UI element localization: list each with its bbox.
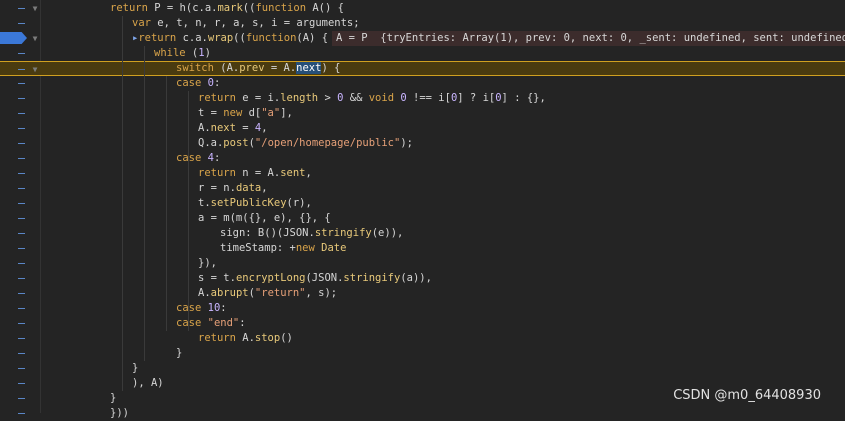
code-text: A.abrupt("return", s); [198, 287, 338, 299]
code-text: case 4: [176, 152, 221, 164]
code-line[interactable]: t.setPublicKey(r), [0, 196, 845, 211]
code-text: } [176, 347, 183, 359]
fold-chevron-icon[interactable]: ▼ [31, 1, 39, 16]
paused-code-line[interactable]: ▼ switch (A.prev = A.next) { [0, 61, 845, 76]
code-editor[interactable]: ▼ return P = h(c.a.mark((function A() { va… [0, 0, 845, 419]
line-marker[interactable] [18, 308, 25, 309]
code-text: return e = i.length > 0 && void 0 !== i[… [198, 92, 546, 104]
line-marker[interactable] [18, 248, 25, 249]
code-text: } [132, 362, 139, 374]
line-marker[interactable] [18, 113, 25, 114]
code-text: ▸return c.a.wrap((function(A) {A = P {tr… [132, 31, 845, 46]
line-marker[interactable] [18, 143, 25, 144]
indent-guide [122, 16, 123, 391]
line-marker[interactable] [18, 173, 25, 174]
breakpoint-marker[interactable] [0, 32, 27, 44]
fold-chevron-icon[interactable]: ▼ [31, 62, 39, 77]
code-line[interactable]: case "end": [0, 316, 845, 331]
code-line[interactable]: })) [0, 406, 845, 421]
line-marker[interactable] [18, 383, 25, 384]
code-text: })) [110, 407, 129, 419]
code-line[interactable]: return A.stop() [0, 331, 845, 346]
code-line[interactable]: Q.a.post("/open/homepage/public"); [0, 136, 845, 151]
code-text: case 0: [176, 77, 221, 89]
line-marker[interactable] [18, 263, 25, 264]
code-line[interactable]: ▼ return P = h(c.a.mark((function A() { [0, 1, 845, 16]
line-marker[interactable] [18, 83, 25, 84]
line-marker[interactable] [18, 53, 25, 54]
code-line[interactable]: timeStamp: +new Date [0, 241, 845, 256]
indent-guide [166, 76, 167, 331]
code-line[interactable]: return e = i.length > 0 && void 0 !== i[… [0, 91, 845, 106]
inline-evaluation[interactable]: A = P {tryEntries: Array(1), prev: 0, ne… [332, 31, 845, 46]
line-marker[interactable] [18, 413, 25, 414]
code-text: timeStamp: +new Date [220, 242, 347, 254]
code-line[interactable]: t = new d["a"], [0, 106, 845, 121]
code-text: case 10: [176, 302, 227, 314]
csdn-watermark: CSDN @m0_64408930 [673, 388, 821, 403]
code-line[interactable]: var e, t, n, r, a, s, i = arguments; [0, 16, 845, 31]
code-line[interactable]: } [0, 361, 845, 376]
code-text: sign: B()(JSON.stringify(e)), [220, 227, 404, 239]
code-text: }), [198, 257, 217, 269]
indent-guide [144, 46, 145, 361]
code-line[interactable]: s = t.encryptLong(JSON.stringify(a)), [0, 271, 845, 286]
breakpoint-code-line[interactable]: ▼ ▸return c.a.wrap((function(A) {A = P {t… [0, 31, 845, 46]
code-text: A.next = 4, [198, 122, 268, 134]
line-marker[interactable] [18, 323, 25, 324]
code-line[interactable]: case 4: [0, 151, 845, 166]
line-marker[interactable] [18, 8, 25, 9]
code-line[interactable]: return n = A.sent, [0, 166, 845, 181]
code-text: } [110, 392, 117, 404]
code-line[interactable]: r = n.data, [0, 181, 845, 196]
code-text: a = m(m({}, e), {}, { [198, 212, 331, 224]
code-text: t.setPublicKey(r), [198, 197, 312, 209]
code-line[interactable]: } [0, 346, 845, 361]
line-marker[interactable] [18, 23, 25, 24]
line-marker[interactable] [18, 233, 25, 234]
code-line[interactable]: A.abrupt("return", s); [0, 286, 845, 301]
line-marker[interactable] [18, 188, 25, 189]
line-marker[interactable] [18, 158, 25, 159]
code-text: var e, t, n, r, a, s, i = arguments; [132, 17, 360, 29]
code-text: switch (A.prev = A.next) { [176, 62, 341, 74]
code-text: Q.a.post("/open/homepage/public"); [198, 137, 413, 149]
code-line[interactable]: case 10: [0, 301, 845, 316]
code-text: case "end": [176, 317, 246, 329]
code-line[interactable]: case 0: [0, 76, 845, 91]
line-marker[interactable] [18, 218, 25, 219]
code-line[interactable]: while (1) [0, 46, 845, 61]
line-marker[interactable] [18, 368, 25, 369]
code-line[interactable]: a = m(m({}, e), {}, { [0, 211, 845, 226]
code-text: return P = h(c.a.mark((function A() { [110, 2, 344, 14]
code-line[interactable]: }), [0, 256, 845, 271]
code-text: while (1) [154, 47, 211, 59]
code-line[interactable]: A.next = 4, [0, 121, 845, 136]
line-marker[interactable] [18, 69, 25, 70]
code-text: t = new d["a"], [198, 107, 293, 119]
code-line[interactable]: sign: B()(JSON.stringify(e)), [0, 226, 845, 241]
line-marker[interactable] [18, 203, 25, 204]
code-text: return A.stop() [198, 332, 293, 344]
indent-guide [188, 91, 189, 331]
fold-chevron-icon[interactable]: ▼ [31, 31, 39, 46]
line-marker[interactable] [18, 293, 25, 294]
line-marker[interactable] [18, 338, 25, 339]
line-marker[interactable] [18, 353, 25, 354]
line-marker[interactable] [18, 128, 25, 129]
code-text: s = t.encryptLong(JSON.stringify(a)), [198, 272, 432, 284]
line-marker[interactable] [18, 98, 25, 99]
code-text: ), A) [132, 377, 164, 389]
line-marker[interactable] [18, 278, 25, 279]
code-text: return n = A.sent, [198, 167, 312, 179]
line-marker[interactable] [18, 398, 25, 399]
code-text: r = n.data, [198, 182, 268, 194]
